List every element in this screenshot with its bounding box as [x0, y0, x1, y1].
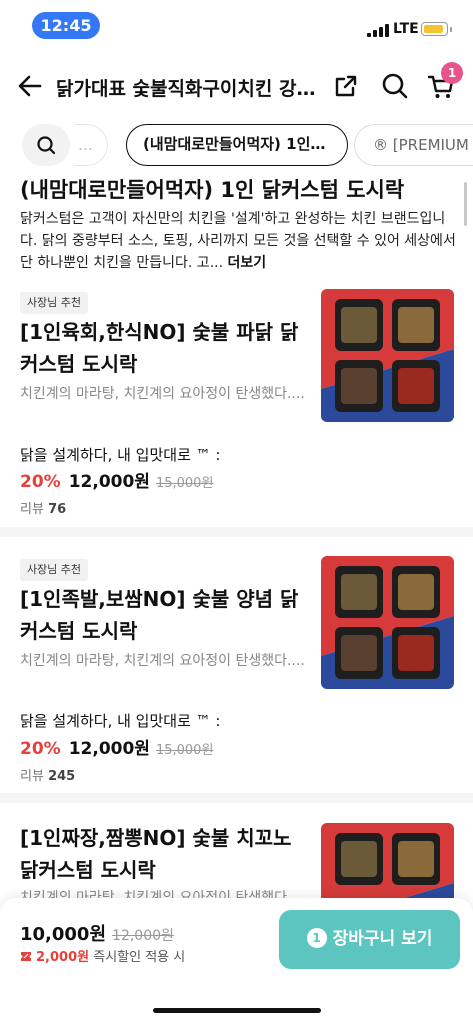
search-icon	[382, 73, 408, 99]
search-icon	[37, 136, 56, 155]
section-divider	[0, 527, 473, 537]
signal-icon	[367, 24, 389, 37]
owner-pick-badge: 사장님 추천	[20, 559, 88, 581]
total-price: 10,000원	[20, 924, 107, 945]
category-chips: … (내맘대로만들어먹자) 1인… ® [PREMIUM	[0, 120, 473, 170]
product-item[interactable]: 사장님 추천 [1인육회,한식NO] 숯불 파닭 닭커스텀 도시락 치킨계의 마…	[0, 286, 473, 522]
status-time: 12:45	[32, 12, 100, 39]
chip-search-button[interactable]	[22, 124, 70, 166]
chip-premium[interactable]: ® [PREMIUM	[354, 124, 473, 166]
discount-rate: 20%	[20, 739, 61, 759]
product-name: [1인족발,보쌈NO] 숯불 양념 닭커스텀 도시락	[20, 587, 299, 643]
section-divider	[0, 793, 473, 803]
battery-icon	[421, 22, 452, 36]
original-price: 15,000원	[155, 476, 214, 491]
review-count: 리뷰 76	[20, 502, 67, 517]
home-indicator[interactable]	[153, 1008, 321, 1013]
view-cart-label: 장바구니 보기	[332, 929, 433, 949]
product-description: 치킨계의 마라탕, 치킨계의 요아정이 탄생했다....	[20, 386, 305, 402]
product-tagline: 닭을 설계하다, 내 입맛대로 ™ :	[20, 446, 221, 464]
page-title: 닭가대표 숯불직화구이치킨 강…	[56, 78, 316, 100]
status-bar: 12:45 LTE	[0, 0, 473, 54]
network-label: LTE	[393, 21, 419, 37]
header: 닭가대표 숯불직화구이치킨 강… 1	[0, 58, 473, 114]
product-item[interactable]: 사장님 추천 [1인족발,보쌈NO] 숯불 양념 닭커스텀 도시락 치킨계의 마…	[0, 553, 473, 789]
back-arrow-icon	[18, 75, 42, 97]
price-row: 20% 12,000원 15,000원	[20, 734, 213, 759]
coupon-icon	[21, 952, 31, 961]
share-button[interactable]	[332, 72, 360, 100]
view-cart-button[interactable]: 1 장바구니 보기	[279, 910, 460, 969]
price-row: 20% 12,000원 15,000원	[20, 467, 213, 492]
bottom-cart-bar: 10,000원 12,000원 2,000원 즉시할인 적용 시 1 장바구니 보기	[0, 898, 473, 1024]
chip-active-category[interactable]: (내맘대로만들어먹자) 1인…	[126, 124, 348, 166]
product-tagline: 닭을 설계하다, 내 입맛대로 ™ :	[20, 712, 221, 730]
category-description: 닭커스텀은 고객이 자신만의 치킨을 '설계'하고 완성하는 치킨 브랜드입니다…	[20, 208, 456, 274]
sale-price: 12,000원	[68, 739, 150, 759]
product-item[interactable]: [1인짜장,짬뽕NO] 숯불 치꼬노 닭커스텀 도시락 치킨계의 마라탕, 치킨…	[0, 820, 473, 956]
instant-discount: 2,000원 즉시할인 적용 시	[20, 946, 185, 965]
back-button[interactable]	[14, 70, 46, 102]
search-button[interactable]	[380, 71, 410, 101]
original-price: 15,000원	[155, 743, 214, 758]
review-count: 리뷰 245	[20, 769, 76, 784]
sale-price: 12,000원	[68, 472, 150, 492]
cart-total: 10,000원 12,000원	[20, 920, 174, 946]
instant-discount-amount: 2,000원	[36, 950, 90, 965]
product-name: [1인짜장,짬뽕NO] 숯불 치꼬노 닭커스텀 도시락	[20, 826, 292, 882]
cart-button-count: 1	[306, 928, 327, 948]
owner-pick-badge: 사장님 추천	[20, 292, 88, 314]
cart-count-badge: 1	[441, 62, 463, 84]
share-icon	[335, 75, 357, 97]
discount-rate: 20%	[20, 472, 61, 492]
product-description: 치킨계의 마라탕, 치킨계의 요아정이 탄생했다....	[20, 653, 305, 669]
product-image	[321, 289, 454, 422]
product-name: [1인육회,한식NO] 숯불 파닭 닭커스텀 도시락	[20, 320, 299, 376]
instant-discount-label: 즉시할인 적용 시	[93, 950, 186, 965]
chip-previous[interactable]: …	[74, 124, 108, 166]
scroll-indicator[interactable]	[464, 182, 467, 226]
more-link[interactable]: 더보기	[228, 255, 267, 271]
category-heading: (내맘대로만들어먹자) 1인 닭커스텀 도시락	[20, 178, 405, 202]
product-image	[321, 556, 454, 689]
original-total: 12,000원	[112, 928, 174, 944]
